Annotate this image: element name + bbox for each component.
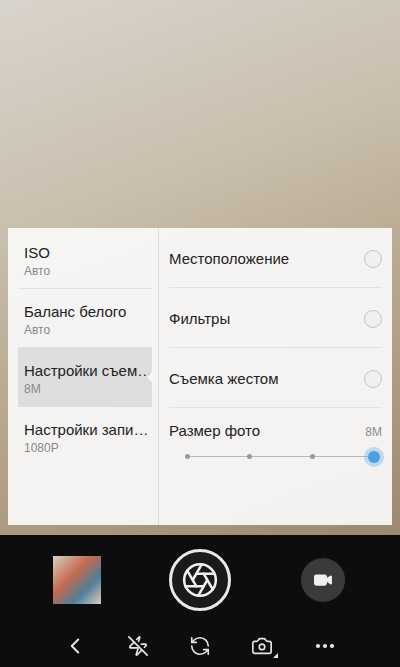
category-label: Настройки съем… — [24, 362, 144, 379]
category-label: ISO — [24, 244, 144, 261]
back-button[interactable] — [57, 628, 93, 664]
slider-reading: 8M — [365, 425, 382, 439]
switch-camera-button[interactable] — [182, 628, 218, 664]
flash-button[interactable] — [120, 628, 156, 664]
camera-mode-button[interactable] — [244, 628, 280, 664]
camera-preview[interactable]: ISO Авто Баланс белого Авто Настройки съем… 8… — [0, 0, 400, 535]
gallery-thumbnail[interactable] — [53, 556, 101, 604]
category-item[interactable]: ISO Авто — [18, 230, 152, 289]
category-item[interactable]: Баланс белого Авто — [18, 289, 152, 348]
more-dots-icon — [313, 634, 337, 658]
shutter-button[interactable] — [169, 549, 231, 611]
slider-tick — [247, 454, 252, 459]
video-camera-icon — [313, 570, 333, 590]
option-label: Фильтры — [169, 310, 230, 327]
slider-thumb[interactable] — [364, 447, 384, 467]
slider-track — [187, 456, 374, 457]
category-list: ISO Авто Баланс белого Авто Настройки съем… 8… — [8, 228, 159, 525]
option-label: Местоположение — [169, 250, 289, 267]
option-row[interactable]: Съемка жестом — [169, 348, 382, 408]
switch-camera-icon — [189, 635, 211, 657]
option-row[interactable]: Местоположение — [169, 228, 382, 288]
option-label: Размер фото — [169, 422, 260, 439]
slider-head: Размер фото 8M — [169, 422, 382, 439]
slider-tick — [185, 454, 190, 459]
category-value: Авто — [24, 323, 144, 337]
flash-icon — [127, 635, 149, 657]
category-label: Баланс белого — [24, 303, 144, 320]
camera-icon — [251, 635, 273, 657]
category-item[interactable]: Настройки съем… 8M — [18, 348, 152, 407]
option-row[interactable]: Фильтры — [169, 288, 382, 348]
category-value: Авто — [24, 264, 144, 278]
option-label: Съемка жестом — [169, 370, 279, 387]
capture-controls — [0, 535, 400, 625]
category-value: 1080P — [24, 441, 144, 455]
category-value: 8M — [24, 382, 144, 396]
slider-tick — [310, 454, 315, 459]
back-arrow-icon — [62, 633, 88, 659]
toggle-radio[interactable] — [364, 310, 382, 328]
slider-row: Размер фото 8M — [169, 408, 382, 469]
more-button[interactable] — [307, 628, 343, 664]
toggle-radio[interactable] — [364, 370, 382, 388]
camera-screen: ISO Авто Баланс белого Авто Настройки съем… 8… — [0, 0, 400, 667]
category-item[interactable]: Настройки запи… 1080P — [18, 407, 152, 466]
bottom-toolbar — [0, 625, 400, 667]
settings-panel: ISO Авто Баланс белого Авто Настройки съем… 8… — [8, 228, 392, 525]
option-list: Местоположение Фильтры Съемка жестом Размер… — [159, 228, 392, 525]
menu-corner-icon — [273, 653, 278, 658]
category-label: Настройки запи… — [24, 421, 144, 438]
photo-size-slider[interactable] — [187, 445, 374, 469]
toggle-radio[interactable] — [364, 250, 382, 268]
aperture-icon — [181, 561, 219, 599]
selection-pointer — [147, 372, 152, 382]
video-button[interactable] — [301, 558, 345, 602]
